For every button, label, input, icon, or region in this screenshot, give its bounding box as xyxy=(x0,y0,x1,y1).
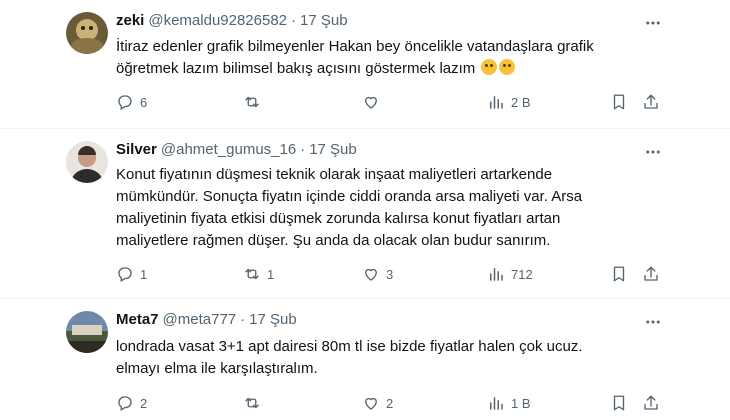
reply-button[interactable]: 2 xyxy=(116,394,147,412)
like-button[interactable] xyxy=(362,93,386,111)
share-icon xyxy=(644,94,658,109)
reply-button[interactable]: 6 xyxy=(116,93,147,111)
reply-icon xyxy=(118,396,132,411)
author-name[interactable]: zeki xyxy=(116,12,144,29)
relieved-face-icon xyxy=(499,59,516,75)
more-icon[interactable] xyxy=(642,141,664,163)
author-name[interactable]: Silver xyxy=(116,141,157,158)
author-name[interactable]: Meta7 xyxy=(116,311,159,328)
author-handle[interactable]: @kemaldu92826582 xyxy=(148,12,287,29)
reply-icon xyxy=(118,95,132,110)
share-icon xyxy=(644,395,658,410)
avatar[interactable] xyxy=(66,141,108,183)
author-handle[interactable]: @ahmet_gumus_16 xyxy=(161,141,296,158)
like-button[interactable]: 3 xyxy=(362,265,393,283)
views-icon xyxy=(490,96,503,109)
separator: · xyxy=(300,141,306,158)
tweet[interactable]: Meta7 @meta777 · 17 Şub londrada vasat 3… xyxy=(0,299,730,420)
tweet[interactable]: zeki @kemaldu92826582 · 17 Şub İtiraz ed… xyxy=(0,0,730,129)
share-button[interactable] xyxy=(642,265,660,283)
bookmark-button[interactable] xyxy=(610,394,628,412)
tweet-date[interactable]: 17 Şub xyxy=(300,12,348,29)
views-count: 2 B xyxy=(511,94,531,110)
bookmark-icon xyxy=(613,395,625,411)
retweet-count: 1 xyxy=(267,266,275,282)
reply-count: 1 xyxy=(140,266,148,282)
retweet-icon xyxy=(245,397,259,409)
like-count: 2 xyxy=(386,395,394,411)
tweet-text: londrada vasat 3+1 apt dairesi 80m tl is… xyxy=(116,338,583,377)
share-button[interactable] xyxy=(642,93,660,111)
face-with-tears-of-joy-icon xyxy=(481,59,498,75)
views-button[interactable]: 1 B xyxy=(487,394,531,412)
retweet-icon xyxy=(245,96,259,108)
tweet[interactable]: Silver @ahmet_gumus_16 · 17 Şub Konut fi… xyxy=(0,129,730,299)
retweet-button[interactable]: 1 xyxy=(243,265,274,283)
bookmark-icon xyxy=(613,266,625,282)
tweet-date[interactable]: 17 Şub xyxy=(249,311,297,328)
tweet-text-container: İtiraz edenler grafik bilmeyenler Hakan … xyxy=(116,36,656,80)
like-icon xyxy=(365,397,377,410)
views-button[interactable]: 712 xyxy=(487,265,533,283)
avatar[interactable] xyxy=(66,12,108,54)
like-icon xyxy=(365,268,377,281)
bookmark-button[interactable] xyxy=(610,265,628,283)
like-icon xyxy=(365,96,377,109)
views-count: 1 B xyxy=(511,395,531,411)
views-icon xyxy=(490,397,503,410)
reply-icon xyxy=(118,267,132,282)
more-icon[interactable] xyxy=(642,311,664,333)
bookmark-icon xyxy=(613,94,625,110)
retweet-button[interactable] xyxy=(243,93,267,111)
share-icon xyxy=(644,266,658,281)
bookmark-button[interactable] xyxy=(610,93,628,111)
views-icon xyxy=(490,268,503,281)
more-icon[interactable] xyxy=(642,12,664,34)
avatar[interactable] xyxy=(66,311,108,353)
retweet-icon xyxy=(245,268,259,280)
views-count: 712 xyxy=(511,266,533,282)
share-button[interactable] xyxy=(642,394,660,412)
reply-button[interactable]: 1 xyxy=(116,265,147,283)
author-handle[interactable]: @meta777 xyxy=(163,311,237,328)
reply-count: 2 xyxy=(140,395,148,411)
retweet-button[interactable] xyxy=(243,394,267,412)
separator: · xyxy=(240,311,246,328)
views-button[interactable]: 2 B xyxy=(487,93,531,111)
tweet-text: Konut fiyatının düşmesi teknik olarak in… xyxy=(116,166,583,249)
like-button[interactable]: 2 xyxy=(362,394,393,412)
like-count: 3 xyxy=(386,266,394,282)
reply-count: 6 xyxy=(140,94,148,110)
tweet-date[interactable]: 17 Şub xyxy=(309,141,357,158)
separator: · xyxy=(291,12,297,29)
tweet-text: İtiraz edenler grafik bilmeyenler Hakan … xyxy=(116,38,594,77)
